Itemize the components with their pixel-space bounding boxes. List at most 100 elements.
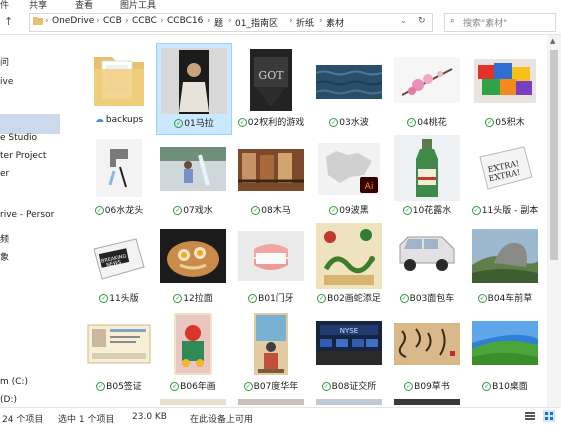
breadcrumb[interactable]: › OneDrive › CCB › CCBC › CCBC16 › 题 › 0…: [29, 13, 433, 32]
file-item[interactable]: [156, 395, 230, 405]
file-item[interactable]: ✓ 08木马: [234, 131, 308, 221]
sidebar-item-videos[interactable]: 频: [0, 232, 9, 245]
image-thumbnail: [86, 135, 152, 201]
file-label: ✓ 06水龙头: [94, 206, 144, 216]
sidebar-item-drive-c[interactable]: m (C:): [0, 377, 28, 387]
file-item[interactable]: ✓ B04车前草: [468, 219, 542, 309]
file-label: ✓ 11头版 - 副本: [471, 206, 539, 216]
file-label: ✓ 05积木: [485, 118, 525, 128]
file-item[interactable]: ✓ B10桌面: [468, 307, 542, 397]
checkmark-icon: ✓: [237, 118, 247, 127]
checkmark-icon: ✓: [329, 118, 339, 127]
chevron-right-icon: ›: [160, 16, 164, 26]
checkmark-icon: ✓: [329, 206, 339, 215]
checkmark-icon: ✓: [404, 382, 414, 391]
sidebar-item[interactable]: e Studio: [0, 133, 37, 143]
item-count: 24 个项目: [2, 415, 44, 425]
file-item[interactable]: [390, 395, 464, 405]
status-bar: 24 个项目 选中 1 个项目 23.0 KB 在此设备上可用: [0, 407, 561, 425]
file-item[interactable]: ☁ backups: [82, 43, 156, 133]
chevron-right-icon: ›: [125, 16, 129, 26]
breadcrumb-origami[interactable]: 折纸: [296, 16, 314, 29]
sidebar-item[interactable]: 问: [0, 55, 9, 68]
file-item[interactable]: GOT ✓ 02权利的游戏: [234, 43, 308, 133]
file-item[interactable]: ✓ 12拉面: [156, 219, 230, 309]
breadcrumb-ccbc16[interactable]: CCBC16: [167, 16, 203, 26]
file-item[interactable]: ✓ B03面包车: [390, 219, 464, 309]
sidebar-item-onedrive-personal[interactable]: rive - Persor: [0, 210, 54, 220]
search-input[interactable]: ⌕ 搜索"素材": [444, 13, 556, 32]
file-label: ✓ 12拉面: [173, 294, 213, 304]
file-item[interactable]: [312, 395, 386, 405]
sidebar-item-pictures[interactable]: 象: [0, 250, 9, 263]
checkmark-icon: ✓: [96, 382, 106, 391]
file-item[interactable]: ✓ 10花露水: [390, 131, 464, 221]
file-label: ✓ B04车前草: [477, 294, 533, 304]
breadcrumb-ccbc[interactable]: CCBC: [132, 16, 157, 26]
navigation-pane: 问 ive e Studio ter Project er rive - Per…: [0, 35, 60, 428]
image-thumbnail: GOT: [238, 47, 304, 113]
breadcrumb-topic[interactable]: 题: [214, 16, 223, 29]
file-item[interactable]: Ai ✓ 09波黑: [312, 131, 386, 221]
file-label: ✓ 10花露水: [402, 206, 452, 216]
file-item[interactable]: ✓ 05积木: [468, 43, 542, 133]
file-item[interactable]: ✓ 01马拉: [156, 43, 232, 135]
image-thumbnail: [238, 399, 304, 405]
svg-text:Ai: Ai: [365, 182, 374, 192]
sidebar-item[interactable]: ter Project: [0, 151, 46, 161]
file-label: ✓ 07戏水: [173, 206, 213, 216]
image-thumbnail: [472, 223, 538, 289]
file-label: ✓ B02画蛇添足: [317, 294, 381, 304]
file-item[interactable]: ✓ 06水龙头: [82, 131, 156, 221]
details-view-icon[interactable]: [524, 410, 536, 425]
checkmark-icon: ✓: [251, 206, 261, 215]
search-placeholder: 搜索"素材": [463, 19, 508, 29]
file-item[interactable]: NYSE ✓ B08证交所: [312, 307, 386, 397]
checkmark-icon: ✓: [399, 294, 409, 303]
refresh-icon[interactable]: ↻: [418, 16, 426, 26]
file-label: ✓ B10桌面: [482, 382, 528, 392]
image-thumbnail: [238, 311, 304, 377]
image-thumbnail: [160, 223, 226, 289]
scrollbar-thumb[interactable]: [550, 50, 558, 260]
breadcrumb-ccb[interactable]: CCB: [103, 16, 122, 26]
file-label: ✓ B01门牙: [248, 294, 294, 304]
file-label: ✓ B05签证: [96, 382, 142, 392]
breadcrumb-materials[interactable]: 素材: [326, 16, 344, 29]
checkmark-icon: ✓: [174, 119, 184, 128]
chevron-right-icon: ›: [319, 16, 323, 26]
file-item[interactable]: ✓ B01门牙: [234, 219, 308, 309]
sidebar-item[interactable]: er: [0, 169, 9, 179]
file-item[interactable]: ✓ 07戏水: [156, 131, 230, 221]
file-label: ☁ backups: [94, 115, 144, 125]
breadcrumb-guide-area[interactable]: 01_指南区: [235, 16, 278, 29]
file-item[interactable]: ✓ B07度华年: [234, 307, 308, 397]
file-item[interactable]: ✓ B09草书: [390, 307, 464, 397]
sidebar-item-drive-d[interactable]: (D:): [0, 395, 17, 405]
folder-icon: [33, 16, 43, 28]
image-thumbnail: [238, 223, 304, 289]
large-icons-view-icon[interactable]: [543, 410, 555, 425]
up-arrow-icon[interactable]: ↑: [4, 15, 13, 28]
cloud-icon: ☁: [94, 115, 104, 125]
file-label: ✓ 01马拉: [174, 119, 214, 129]
file-item[interactable]: EXTRA! EXTRA! ✓ 11头版 - 副本: [468, 131, 542, 221]
file-item[interactable]: BREAKING NEWS ✓ 11头版: [82, 219, 156, 309]
image-thumbnail: NYSE: [316, 311, 382, 377]
file-item[interactable]: ✓ 03水波: [312, 43, 386, 133]
address-bar: ↑ › OneDrive › CCB › CCBC › CCBC16 › 题 ›…: [0, 10, 561, 35]
file-item[interactable]: [234, 395, 308, 405]
breadcrumb-onedrive[interactable]: OneDrive: [52, 16, 94, 26]
chevron-right-icon: ›: [289, 16, 293, 26]
file-item[interactable]: ✓ 04桃花: [390, 43, 464, 133]
file-item[interactable]: ✓ B02画蛇添足: [312, 219, 386, 309]
scroll-up-icon[interactable]: ▲: [550, 37, 555, 45]
chevron-down-icon[interactable]: ⌄: [400, 16, 407, 25]
checkmark-icon: ✓: [321, 382, 331, 391]
file-item[interactable]: ✓ B06年画: [156, 307, 230, 397]
sidebar-item[interactable]: ive: [0, 77, 13, 87]
image-thumbnail: [316, 399, 382, 405]
image-thumbnail: [394, 135, 460, 201]
file-item[interactable]: ✓ B05签证: [82, 307, 156, 397]
chevron-right-icon: ›: [207, 16, 211, 26]
